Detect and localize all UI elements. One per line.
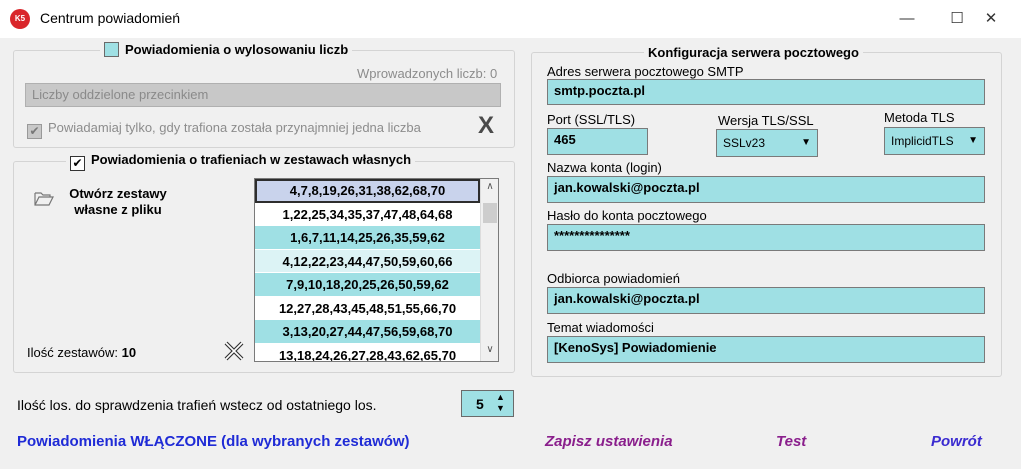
window-title: Centrum powiadomień <box>40 10 181 26</box>
tls-method-label: Metoda TLS <box>884 110 955 125</box>
scroll-up-icon[interactable]: ∧ <box>481 181 499 192</box>
list-item[interactable]: 1,6,7,11,14,25,26,35,59,62 <box>255 226 480 250</box>
list-item[interactable]: 4,7,8,19,26,31,38,62,68,70 <box>255 179 480 203</box>
numbers-input[interactable]: Liczby oddzielone przecinkiem <box>25 83 501 107</box>
sets-count-value: 10 <box>121 345 137 360</box>
scroll-thumb[interactable] <box>483 203 497 223</box>
save-settings-button[interactable]: Zapisz ustawienia <box>545 433 673 450</box>
list-item[interactable]: 4,12,22,23,44,47,50,59,60,66 <box>255 249 480 273</box>
open-folder-icon[interactable] <box>34 190 54 206</box>
app-logo-icon: K5 <box>10 9 30 29</box>
notify-only-label: Powiadamiaj tylko, gdy trafiona została … <box>48 120 421 135</box>
title-bar: K5 Centrum powiadomień — ☐ ✕ <box>0 0 1021 38</box>
close-button[interactable]: ✕ <box>968 0 1014 38</box>
port-input[interactable]: 465 <box>547 128 648 155</box>
subject-input[interactable]: [KenoSys] Powiadomienie <box>547 336 985 363</box>
port-label: Port (SSL/TLS) <box>547 112 636 127</box>
login-label: Nazwa konta (login) <box>547 160 662 175</box>
list-item[interactable]: 7,9,10,18,20,25,26,50,59,62 <box>255 273 480 297</box>
open-sets-button[interactable]: Otwórz zestawy własne z pliku <box>58 186 178 218</box>
own-sets-legend: ✔ Powiadomienia o trafieniach w zestawach… <box>66 152 416 171</box>
sets-list: 4,7,8,19,26,31,38,62,68,70 1,22,25,34,35… <box>255 179 480 361</box>
tls-method-value: ImplicidTLS <box>891 134 954 148</box>
chevron-down-icon: ▼ <box>801 137 811 148</box>
sets-count-label: Ilość zestawów: <box>27 345 119 360</box>
sets-count: Ilość zestawów: 10 <box>27 345 136 360</box>
entered-count-label: Wprowadzonych liczb: 0 <box>357 66 498 81</box>
scroll-down-icon[interactable]: ∨ <box>481 344 499 355</box>
open-sets-label-line2: własne z pliku <box>74 202 162 217</box>
tls-version-label: Wersja TLS/SSL <box>718 113 814 128</box>
open-sets-label-line1: Otwórz zestawy <box>69 186 167 201</box>
back-check-label: Ilość los. do sprawdzenia trafień wstecz… <box>17 397 377 413</box>
sets-scrollbar[interactable]: ∧ ∨ <box>480 179 498 361</box>
subject-label: Temat wiadomości <box>547 320 654 335</box>
own-sets-checkbox[interactable]: ✔ <box>70 156 85 171</box>
tls-version-select[interactable]: SSLv23 ▼ <box>716 129 818 157</box>
list-item[interactable]: 1,22,25,34,35,37,47,48,64,68 <box>255 202 480 226</box>
tls-version-value: SSLv23 <box>723 136 766 150</box>
notifications-status: Powiadomienia WŁĄCZONE (dla wybranych ze… <box>17 433 410 450</box>
stepper-arrows-icon[interactable]: ▲ ▼ <box>496 392 505 414</box>
notify-only-option: ✔ Powiadamiaj tylko, gdy trafiona została… <box>27 120 421 139</box>
own-sets-title: Powiadomienia o trafieniach w zestawach … <box>91 152 412 167</box>
smtp-config-legend: Konfiguracja serwera pocztowego <box>644 45 863 60</box>
draw-notifications-title: Powiadomienia o wylosowaniu liczb <box>125 42 349 57</box>
list-item[interactable]: 12,27,28,43,45,48,51,55,66,70 <box>255 296 480 320</box>
password-input[interactable]: *************** <box>547 224 985 251</box>
draw-notifications-checkbox[interactable] <box>104 42 119 57</box>
clear-numbers-icon[interactable]: X <box>478 112 494 140</box>
server-input[interactable]: smtp.poczta.pl <box>547 79 985 105</box>
back-check-value: 5 <box>476 396 484 412</box>
back-check-stepper[interactable]: 5 ▲ ▼ <box>461 390 514 417</box>
login-input[interactable]: jan.kowalski@poczta.pl <box>547 176 985 203</box>
tls-method-select[interactable]: ImplicidTLS ▼ <box>884 127 985 155</box>
sets-listbox[interactable]: 4,7,8,19,26,31,38,62,68,70 1,22,25,34,35… <box>254 178 499 362</box>
server-label: Adres serwera pocztowego SMTP <box>547 64 744 79</box>
minimize-button[interactable]: — <box>884 0 930 38</box>
clear-sets-icon[interactable] <box>224 341 244 361</box>
chevron-down-icon: ▼ <box>968 135 978 146</box>
password-label: Hasło do konta pocztowego <box>547 208 707 223</box>
back-button[interactable]: Powrót <box>931 433 982 450</box>
recipient-label: Odbiorca powiadomień <box>547 271 680 286</box>
test-button[interactable]: Test <box>776 433 806 450</box>
recipient-input[interactable]: jan.kowalski@poczta.pl <box>547 287 985 314</box>
list-item[interactable]: 13,18,24,26,27,28,43,62,65,70 <box>255 343 480 361</box>
list-item[interactable]: 3,13,20,27,44,47,56,59,68,70 <box>255 320 480 344</box>
draw-notifications-legend: Powiadomienia o wylosowaniu liczb <box>100 42 353 57</box>
notify-only-checkbox[interactable]: ✔ <box>27 124 42 139</box>
